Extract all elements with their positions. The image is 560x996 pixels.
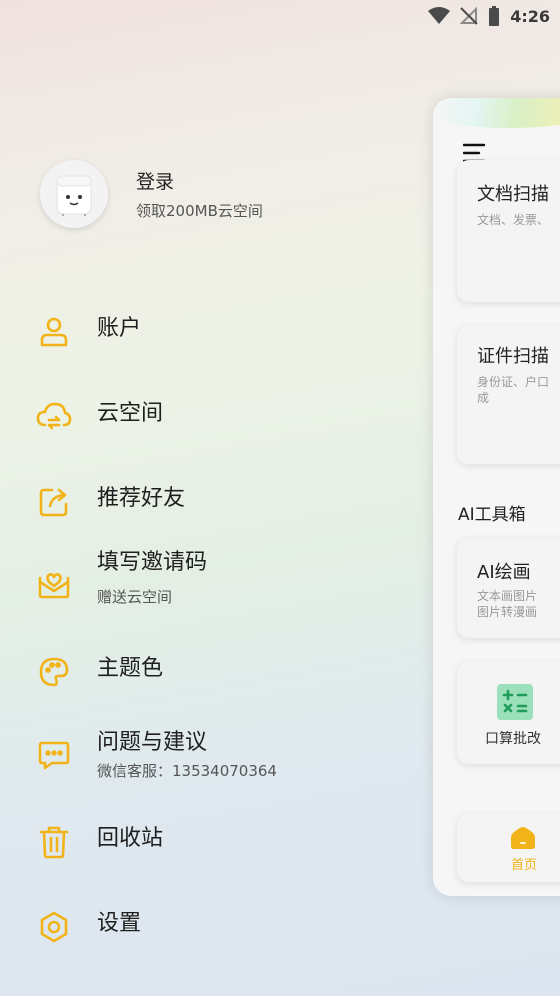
trash-icon [36, 824, 72, 860]
menu-label: 主题色 [97, 656, 164, 681]
menu-label: 问题与建议 [97, 730, 208, 755]
menu-label: 账户 [97, 316, 142, 341]
share-icon [36, 484, 72, 520]
main-screen-preview[interactable]: 文档扫描 文档、发票、 证件扫描 身份证、户口 成 AI工具箱 AI绘画 文本画… [433, 98, 560, 896]
avatar[interactable] [40, 160, 108, 228]
status-bar: 4:26 [428, 0, 550, 32]
menu-sublabel: 赠送云空间 [97, 588, 173, 606]
login-subtitle: 领取200MB云空间 [136, 202, 263, 220]
calculator-icon [497, 684, 533, 720]
menu-item-cloud-space[interactable]: 云空间 [36, 399, 163, 435]
cloud-sync-icon [36, 399, 72, 435]
login-label[interactable]: 登录 [136, 167, 263, 194]
menu-item-recommend-friends[interactable]: 推荐好友 [36, 484, 185, 520]
menu-label: 推荐好友 [97, 486, 186, 511]
card-desc: 文本画图片 [477, 589, 538, 603]
card-title: 证件扫描 [477, 346, 549, 367]
menu-item-theme-color[interactable]: 主题色 [36, 654, 163, 690]
id-scan-card[interactable]: 证件扫描 身份证、户口 成 [457, 326, 560, 464]
calc-label: 口算批改 [485, 731, 541, 747]
marshmallow-avatar-icon [56, 175, 92, 216]
palette-icon [36, 654, 72, 690]
menu-label: 云空间 [97, 401, 164, 426]
chat-icon [36, 737, 72, 773]
battery-icon [488, 6, 500, 26]
card-desc-2: 成 [477, 391, 490, 405]
card-title: AI绘画 [477, 562, 531, 583]
menu-sublabel: 微信客服：13534070364 [97, 762, 277, 780]
wifi-icon [428, 7, 451, 25]
preview-banner [433, 98, 560, 128]
menu-item-feedback[interactable]: 问题与建议 微信客服：13534070364 [36, 728, 277, 781]
envelope-icon [36, 566, 72, 602]
card-desc: 文档、发票、 [477, 213, 550, 227]
no-signal-icon [460, 7, 478, 25]
card-desc-2: 图片转漫画 [477, 605, 538, 619]
ai-toolbox-title: AI工具箱 [458, 505, 526, 525]
card-title: 文档扫描 [477, 184, 549, 205]
card-desc: 身份证、户口 [477, 375, 550, 389]
menu-label: 回收站 [97, 826, 164, 851]
home-icon [510, 826, 536, 854]
home-label: 首页 [511, 858, 538, 873]
menu-item-settings[interactable]: 设置 [36, 909, 141, 945]
menu-item-account[interactable]: 账户 [36, 314, 141, 350]
menu-item-invite-code[interactable]: 填写邀请码 赠送云空间 [36, 548, 207, 607]
ai-drawing-card[interactable]: AI绘画 文本画图片 图片转漫画 [457, 538, 560, 638]
nav-home-tab[interactable]: 首页 [457, 814, 560, 882]
settings-icon [36, 909, 72, 945]
oral-math-card[interactable]: 口算批改 [457, 662, 560, 764]
menu-item-recycle-bin[interactable]: 回收站 [36, 824, 163, 860]
user-icon [36, 314, 72, 350]
status-time: 4:26 [510, 6, 550, 26]
profile-header[interactable]: 登录 领取200MB云空间 [40, 160, 263, 228]
menu-label: 设置 [97, 911, 142, 936]
menu-label: 填写邀请码 [97, 550, 208, 575]
document-scan-card[interactable]: 文档扫描 文档、发票、 [457, 160, 560, 302]
